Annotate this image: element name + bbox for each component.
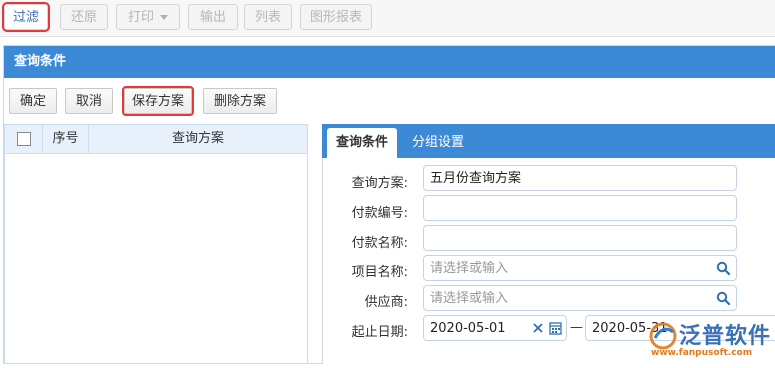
payment-no-label: 付款编号: [351,206,408,221]
tab-query-conditions[interactable]: 查询条件 [327,128,397,158]
delete-scheme-button[interactable]: 删除方案 [203,88,277,114]
print-label: 打印 [127,10,154,25]
project-name-input[interactable]: 请选择或输入 [423,255,737,281]
brand-name: 泛普软件 [679,324,772,349]
tab-group-settings[interactable]: 分组设置 [402,128,474,158]
tab-bar: 查询条件 分组设置 [322,124,775,158]
grid-header: 序号 查询方案 [5,125,307,154]
list-button[interactable]: 列表 [244,4,292,30]
restore-button[interactable]: 还原 [60,4,108,30]
confirm-button[interactable]: 确定 [9,88,57,114]
panel-title: 查询条件 [4,46,775,78]
column-header-index[interactable]: 序号 [43,125,89,153]
search-icon[interactable] [716,291,730,305]
clear-icon[interactable] [532,322,544,334]
date-separator: — [570,320,583,335]
project-name-label: 项目名称: [351,265,408,280]
select-all-cell [5,125,43,153]
start-date-value: 2020-05-01 [430,321,506,336]
cancel-button[interactable]: 取消 [65,88,113,114]
payment-name-label: 付款名称: [351,236,408,251]
select-all-checkbox[interactable] [16,131,31,146]
chart-report-button[interactable]: 图形报表 [300,4,372,30]
save-scheme-button[interactable]: 保存方案 [122,86,194,116]
watermark-logo: 泛普软件 www.fanpusoft.com [645,316,775,364]
print-button[interactable]: 打印 [116,4,180,30]
scheme-grid: 序号 查询方案 [4,124,308,364]
chevron-down-icon [160,15,168,20]
supplier-label: 供应商: [364,295,408,310]
scheme-name-input[interactable]: 五月份查询方案 [423,165,737,191]
top-toolbar: 过滤 还原 打印 输出 列表 图形报表 [0,0,775,37]
filter-button[interactable]: 过滤 [2,2,50,32]
payment-name-input[interactable] [423,225,737,251]
scheme-label: 查询方案: [351,176,408,191]
date-range-label: 起止日期: [351,325,408,340]
calendar-icon[interactable] [549,321,562,335]
start-date-input[interactable]: 2020-05-01 [423,315,567,341]
supplier-input[interactable]: 请选择或输入 [423,285,737,311]
column-header-scheme[interactable]: 查询方案 [89,125,307,153]
export-button[interactable]: 输出 [188,4,238,30]
project-name-placeholder: 请选择或输入 [430,261,509,276]
search-icon[interactable] [716,261,730,275]
brand-url: www.fanpusoft.com [651,348,753,358]
supplier-placeholder: 请选择或输入 [430,291,509,306]
payment-no-input[interactable] [423,195,737,221]
